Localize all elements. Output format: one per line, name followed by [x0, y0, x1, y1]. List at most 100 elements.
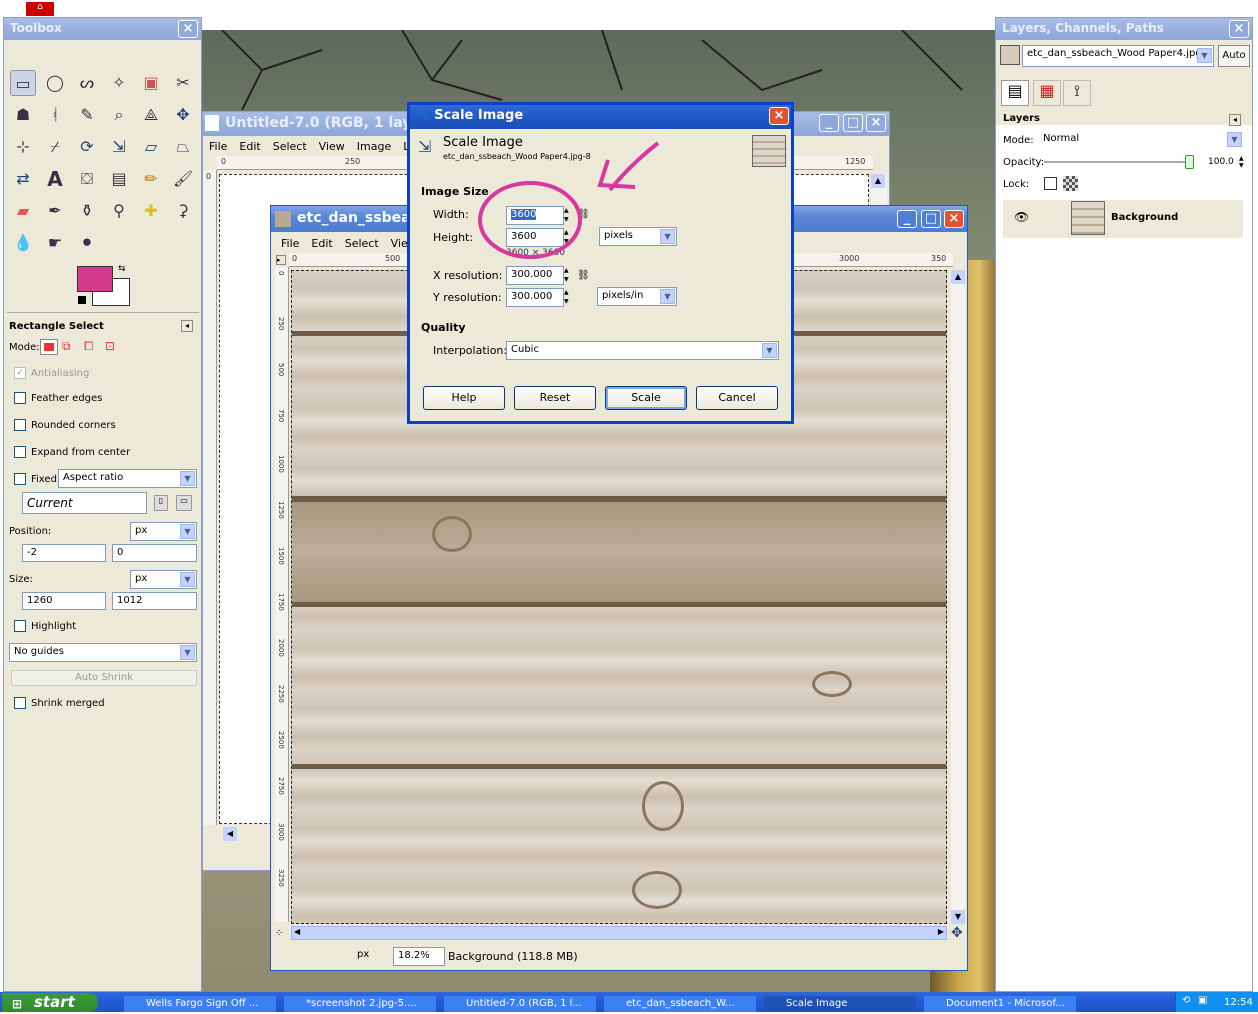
wood-scroll-up-button[interactable]: ▲ — [951, 270, 965, 284]
taskbar-item[interactable]: etc_dan_ssbeach_W... — [604, 996, 756, 1012]
perspective-tool-icon[interactable]: ⏢ — [170, 134, 196, 160]
rotate-tool-icon[interactable]: ⟳ — [74, 134, 100, 160]
airbrush-tool-icon[interactable]: ✒ — [42, 198, 68, 224]
layers-dock-close-button[interactable]: × — [1229, 20, 1249, 38]
dodge-burn-tool-icon[interactable]: ⚫ — [74, 230, 100, 256]
eraser-tool-icon[interactable]: ▰ — [10, 198, 36, 224]
auto-shrink-button[interactable]: Auto Shrink — [11, 670, 197, 686]
antialiasing-checkbox[interactable]: ✓ — [14, 367, 26, 379]
untitled-menu-edit[interactable]: Edit — [239, 140, 260, 153]
taskbar-item[interactable]: Scale Image — [764, 996, 916, 1012]
default-colors-icon[interactable] — [78, 296, 86, 304]
tool-options-menu-icon[interactable]: ◂ — [181, 320, 193, 332]
tab-channels[interactable]: ▦ — [1033, 80, 1061, 106]
fuzzy-select-tool-icon[interactable]: ✧ — [106, 70, 132, 96]
heal-tool-icon[interactable]: ✚ — [138, 198, 164, 224]
wood-menu-arrow-icon[interactable]: ▸ — [276, 255, 286, 265]
mode-subtract-icon[interactable]: ⧠ — [84, 339, 100, 355]
fixed-checkbox[interactable] — [14, 473, 26, 485]
align-tool-icon[interactable]: ⊹ — [10, 134, 36, 160]
xres-spinner[interactable]: ▲ ▼ — [564, 266, 574, 285]
expand-from-center-checkbox[interactable] — [14, 446, 26, 458]
wood-vscroll[interactable]: ▲ ▼ — [951, 270, 965, 924]
layer-mode-select[interactable]: Normal ▼ — [1039, 131, 1243, 150]
opacity-spinner[interactable]: ▲ ▼ — [1239, 155, 1244, 169]
tab-paths[interactable]: ⟟ — [1063, 80, 1091, 106]
shear-tool-icon[interactable]: ▱ — [138, 134, 164, 160]
position-x-field[interactable]: -2 — [22, 544, 106, 562]
taskbar-item[interactable]: Untitled-7.0 (RGB, 1 l... — [444, 996, 596, 1012]
mode-intersect-icon[interactable]: ⊡ — [105, 339, 121, 355]
expand-from-center-option[interactable]: Expand from center — [14, 446, 130, 458]
wood-menu-select[interactable]: Select — [345, 237, 379, 250]
lock-pixels-checkbox[interactable] — [1044, 177, 1057, 190]
smudge-tool-icon[interactable]: ☛ — [42, 230, 68, 256]
scale-dialog-close-button[interactable]: × — [769, 107, 789, 125]
measure-tool-icon[interactable]: ⟁ — [138, 102, 164, 128]
ink-tool-icon[interactable]: ⚱ — [74, 198, 100, 224]
toolbox-titlebar[interactable]: Toolbox × — [4, 18, 201, 40]
yres-spinner[interactable]: ▲ ▼ — [564, 288, 574, 307]
wood-menu-edit[interactable]: Edit — [311, 237, 332, 250]
paintbrush-tool-icon[interactable]: 🖌 — [170, 166, 196, 192]
wood-maximize-button[interactable]: □ — [921, 210, 941, 228]
tab-layers[interactable]: ▤ — [1001, 80, 1029, 106]
color-picker-tool-icon[interactable]: ✎ — [74, 102, 100, 128]
scale-dialog-titlebar[interactable]: 🐾 Scale Image × — [410, 105, 791, 129]
foreground-color-swatch[interactable] — [77, 266, 113, 292]
flip-tool-icon[interactable]: ⇄ — [10, 166, 36, 192]
layers-dock-titlebar[interactable]: Layers, Channels, Paths × — [996, 18, 1252, 40]
yres-input[interactable]: 300.000 — [506, 288, 564, 307]
text-tool-icon[interactable]: A — [42, 166, 68, 192]
ellipse-select-tool-icon[interactable]: ◯ — [42, 70, 68, 96]
free-select-tool-icon[interactable]: ᔕ — [74, 70, 100, 96]
bucket-fill-tool-icon[interactable]: ⛋ — [74, 166, 100, 192]
guides-select[interactable]: No guides ▼ — [9, 643, 197, 662]
opacity-slider[interactable] — [1044, 155, 1194, 169]
shrink-merged-option[interactable]: Shrink merged — [14, 697, 105, 709]
help-button[interactable]: Help — [423, 386, 505, 410]
scissors-tool-icon[interactable]: ✂ — [170, 70, 196, 96]
interpolation-dropdown[interactable]: Cubic ▼ — [506, 341, 779, 360]
opacity-slider-handle[interactable] — [1185, 155, 1194, 169]
foreground-select-tool-icon[interactable]: ☗ — [10, 102, 36, 128]
position-y-field[interactable]: 0 — [112, 544, 197, 562]
scale-button[interactable]: Scale — [605, 386, 687, 410]
network-icon[interactable]: ▣ — [1198, 995, 1207, 1006]
auto-button[interactable]: Auto — [1218, 45, 1250, 67]
untitled-menu-view[interactable]: View — [319, 140, 345, 153]
resolution-chain-icon[interactable]: ⛓ — [577, 270, 590, 300]
scale-tool-icon[interactable]: ⇲ — [106, 134, 132, 160]
clone-tool-icon[interactable]: ⚲ — [106, 198, 132, 224]
mode-add-icon[interactable]: ⧉ — [62, 339, 78, 355]
wood-scroll-left-button[interactable]: ◀ — [294, 927, 300, 936]
taskbar-item[interactable]: Document1 - Microsof... — [924, 996, 1076, 1012]
blend-tool-icon[interactable]: ▤ — [106, 166, 132, 192]
wood-menu-file[interactable]: File — [281, 237, 299, 250]
color-select-tool-icon[interactable]: ▣ — [138, 70, 164, 96]
taskbar-item[interactable]: Wells Fargo Sign Off ... — [124, 996, 276, 1012]
fixed-option[interactable]: Fixed: — [14, 473, 60, 485]
position-unit-select[interactable]: px ▼ — [130, 522, 197, 541]
highlight-option[interactable]: Highlight — [14, 620, 76, 632]
crop-tool-icon[interactable]: ⌿ — [42, 134, 68, 160]
eye-icon[interactable]: 👁 — [1014, 210, 1029, 224]
quickmask-icon[interactable]: ⁘ — [275, 928, 283, 939]
untitled-menu-file[interactable]: File — [209, 140, 227, 153]
perspective-clone-tool-icon[interactable]: ⚳ — [170, 198, 196, 224]
wood-hscroll[interactable]: ◀ ▶ — [291, 926, 947, 940]
size-unit-select[interactable]: px ▼ — [130, 570, 197, 589]
lock-alpha-icon[interactable] — [1063, 176, 1078, 191]
pencil-tool-icon[interactable]: ✏ — [138, 166, 164, 192]
untitled-minimize-button[interactable]: _ — [819, 114, 839, 132]
wood-scroll-down-button[interactable]: ▼ — [951, 910, 965, 924]
untitled-menu-image[interactable]: Image — [357, 140, 391, 153]
blur-tool-icon[interactable]: 💧 — [10, 230, 36, 256]
toolbox-close-button[interactable]: × — [178, 20, 198, 38]
navigate-icon[interactable]: ✥ — [951, 925, 963, 941]
layers-menu-icon[interactable]: ◂ — [1229, 114, 1241, 126]
cancel-button[interactable]: Cancel — [696, 386, 778, 410]
rect-select-tool-icon[interactable]: ▭ — [10, 70, 36, 96]
paths-tool-icon[interactable]: ᚮ — [42, 102, 68, 128]
start-button[interactable]: ⊞ start — [2, 993, 98, 1012]
